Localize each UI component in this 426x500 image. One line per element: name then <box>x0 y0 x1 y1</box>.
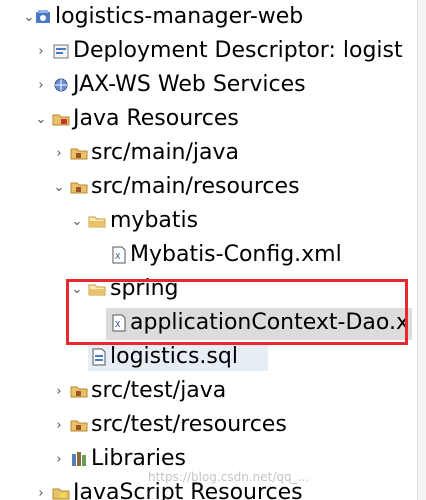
package-folder-icon <box>70 382 88 400</box>
chevron-right-icon[interactable]: › <box>34 34 48 68</box>
chevron-right-icon[interactable]: › <box>34 476 48 500</box>
tree-item-project[interactable]: ⌄ logistics-manager-web <box>0 0 426 34</box>
deployment-descriptor-icon <box>52 42 70 60</box>
sql-file-icon <box>90 348 108 366</box>
tree-item-src-main-resources[interactable]: ⌄ src/main/resources <box>0 170 426 204</box>
svg-text:X: X <box>115 320 121 329</box>
web-project-icon <box>34 8 52 26</box>
tree-item-src-test-resources[interactable]: › src/test/resources <box>0 408 426 442</box>
tree-item-label: logistics.sql <box>110 344 238 369</box>
tree-item-src-test-java[interactable]: › src/test/java <box>0 374 426 408</box>
chevron-down-icon[interactable]: ⌄ <box>52 170 66 204</box>
xml-file-icon: X <box>110 246 128 264</box>
tree-item-label: mybatis <box>110 208 199 233</box>
chevron-right-icon[interactable]: › <box>52 374 66 408</box>
chevron-down-icon[interactable]: ⌄ <box>34 102 48 136</box>
tree-item-src-main-java[interactable]: › src/main/java <box>0 136 426 170</box>
tree-item-spring[interactable]: ⌄ spring <box>0 272 426 306</box>
tree-item-label: logistics-manager-web <box>55 4 304 29</box>
project-explorer-tree: ⌄ logistics-manager-web › Deployment Des… <box>0 0 426 500</box>
package-folder-icon <box>70 416 88 434</box>
tree-item-logistics-sql[interactable]: logistics.sql <box>0 340 426 374</box>
chevron-right-icon[interactable]: › <box>52 408 66 442</box>
tree-item-label: spring <box>110 276 179 301</box>
tree-item-deployment-descriptor[interactable]: › Deployment Descriptor: logist <box>0 34 426 68</box>
tree-item-label: JAX-WS Web Services <box>73 72 306 97</box>
web-services-icon <box>52 76 70 94</box>
tree-item-label: Deployment Descriptor: logist <box>73 38 403 63</box>
javascript-resources-icon <box>52 484 70 500</box>
svg-text:X: X <box>115 252 121 261</box>
tree-item-label: applicationContext-Dao.x <box>130 310 409 335</box>
java-resources-icon <box>52 110 70 128</box>
libraries-icon <box>70 450 88 468</box>
tree-item-label: src/test/java <box>91 378 227 403</box>
package-folder-icon <box>70 144 88 162</box>
chevron-right-icon[interactable]: › <box>52 136 66 170</box>
tree-item-mybatis[interactable]: ⌄ mybatis <box>0 204 426 238</box>
tree-item-label: src/main/resources <box>91 174 300 199</box>
chevron-right-icon[interactable]: › <box>34 68 48 102</box>
chevron-down-icon[interactable]: ⌄ <box>70 272 84 306</box>
tree-item-label: src/test/resources <box>91 412 287 437</box>
chevron-right-icon[interactable]: › <box>52 442 66 476</box>
tree-item-jax-ws[interactable]: › JAX-WS Web Services <box>0 68 426 102</box>
xml-file-icon: X <box>110 314 128 332</box>
tree-item-label: src/main/java <box>91 140 240 165</box>
tree-item-label: Java Resources <box>73 106 239 131</box>
chevron-down-icon[interactable]: ⌄ <box>70 204 84 238</box>
tree-item-mybatis-config[interactable]: X Mybatis-Config.xml <box>0 238 426 272</box>
tree-item-java-resources[interactable]: ⌄ Java Resources <box>0 102 426 136</box>
folder-icon <box>88 212 106 230</box>
tree-item-label: Mybatis-Config.xml <box>130 242 342 267</box>
tree-item-application-context-dao[interactable]: X applicationContext-Dao.x <box>0 306 426 340</box>
package-folder-icon <box>70 178 88 196</box>
vertical-scrollbar[interactable] <box>417 0 426 500</box>
watermark: https://blog.csdn.net/qq_... <box>148 470 310 484</box>
folder-icon <box>88 280 106 298</box>
